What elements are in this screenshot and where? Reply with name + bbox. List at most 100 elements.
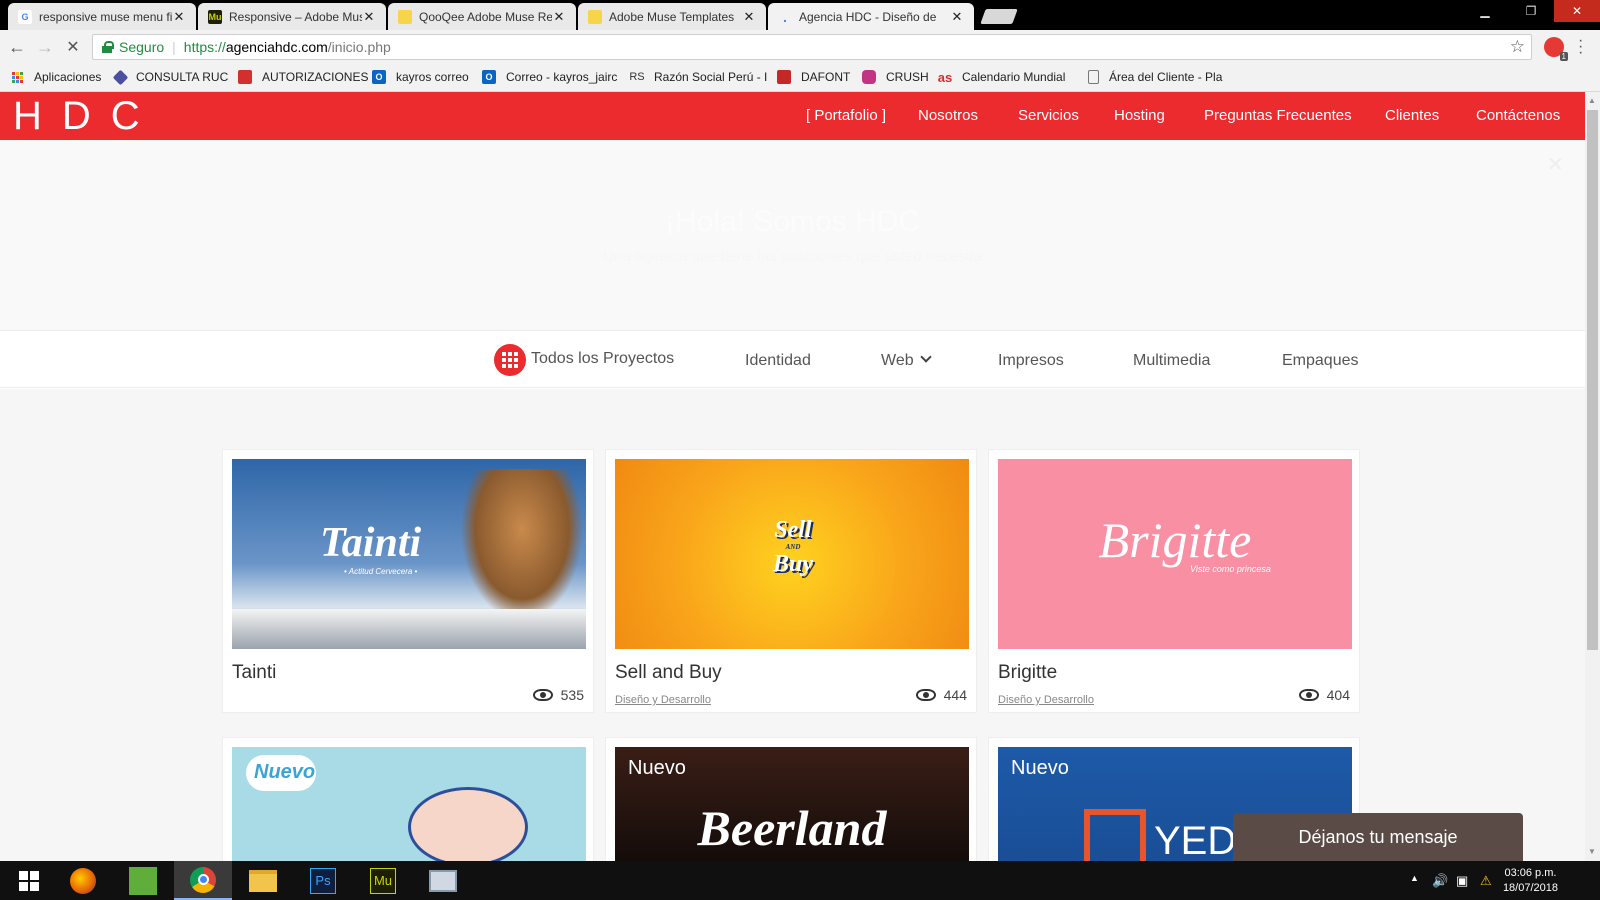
project-card-beerland[interactable]: Nuevo Beerland bbox=[605, 737, 977, 862]
bookmark-autorizaciones[interactable]: AUTORIZACIONES bbox=[238, 70, 368, 84]
project-views: 444 bbox=[915, 687, 967, 703]
filter-web[interactable]: Web bbox=[881, 351, 932, 370]
project-card-4[interactable]: Nuevo bbox=[222, 737, 594, 862]
browser-tab-4[interactable]: Adobe Muse Templates ✕ bbox=[578, 3, 766, 30]
filter-impresos[interactable]: Impresos bbox=[998, 352, 1064, 370]
dafont-icon bbox=[777, 70, 791, 84]
bookmarks-bar: Aplicaciones CONSULTA RUC AUTORIZACIONES… bbox=[0, 64, 1600, 92]
divider: | bbox=[172, 39, 176, 55]
nav-preguntas-frecuentes[interactable]: Preguntas Frecuentes bbox=[1204, 107, 1352, 124]
scroll-up-icon[interactable]: ▲ bbox=[1588, 96, 1596, 105]
project-title[interactable]: Tainti bbox=[232, 662, 276, 684]
window-close-icon[interactable]: ✕ bbox=[1554, 0, 1600, 22]
nav-nosotros[interactable]: Nosotros bbox=[918, 107, 978, 124]
bookmark-label: kayros correo bbox=[396, 70, 469, 84]
firefox-icon[interactable] bbox=[54, 861, 112, 900]
nav-clientes[interactable]: Clientes bbox=[1385, 107, 1439, 124]
browser-tab-5[interactable]: . Agencia HDC - Diseño de ✕ bbox=[768, 3, 974, 30]
nav-servicios[interactable]: Servicios bbox=[1018, 107, 1079, 124]
tab-close-icon[interactable]: ✕ bbox=[362, 9, 376, 25]
rs-icon: RS bbox=[629, 71, 645, 83]
project-card-brigitte[interactable]: Brigitte Viste como princesa Brigitte Di… bbox=[988, 449, 1360, 713]
bookmark-label: DAFONT bbox=[801, 70, 851, 84]
filter-todos[interactable]: Todos los Proyectos bbox=[531, 350, 674, 368]
bookmark-area-cliente[interactable]: Área del Cliente - Pla bbox=[1088, 70, 1222, 84]
tab-title: Agencia HDC - Diseño de bbox=[799, 9, 937, 24]
bookmark-aplicaciones[interactable]: Aplicaciones bbox=[10, 70, 101, 84]
browser-tab-2[interactable]: Mu Responsive – Adobe Mus ✕ bbox=[198, 3, 386, 30]
remote-desktop-icon[interactable] bbox=[414, 861, 472, 900]
back-icon[interactable]: ← bbox=[5, 35, 29, 59]
filter-multimedia[interactable]: Multimedia bbox=[1133, 352, 1210, 370]
volume-icon[interactable]: 🔊 bbox=[1432, 873, 1448, 889]
bookmark-kayros-correo[interactable]: O kayros correo bbox=[372, 70, 469, 84]
page-scrollbar[interactable]: ▲ ▼ bbox=[1585, 92, 1600, 861]
project-card-sell-and-buy[interactable]: Sell AND Buy Sell and Buy Diseño y Desar… bbox=[605, 449, 977, 713]
browser-tab-1[interactable]: G responsive muse menu fi ✕ bbox=[8, 3, 196, 30]
browser-menu-icon[interactable]: · · · bbox=[1578, 33, 1583, 61]
site-logo[interactable]: HDC bbox=[13, 94, 160, 139]
project-category-link[interactable]: Diseño y Desarrollo bbox=[615, 694, 711, 706]
chat-widget-button[interactable]: Déjanos tu mensaje bbox=[1233, 813, 1523, 861]
thumb-logo-text: YED bbox=[1154, 819, 1237, 862]
muse-icon[interactable]: Mu bbox=[354, 861, 412, 900]
scrollbar-thumb[interactable] bbox=[1587, 110, 1598, 650]
scroll-down-icon[interactable]: ▼ bbox=[1588, 847, 1596, 856]
bookmark-dafont[interactable]: DAFONT bbox=[777, 70, 850, 84]
file-explorer-icon[interactable] bbox=[234, 861, 292, 900]
browser-tab-3[interactable]: QooQee Adobe Muse Re ✕ bbox=[388, 3, 576, 30]
nav-portafolio[interactable]: [ Portafolio ] bbox=[806, 107, 886, 124]
project-thumbnail[interactable]: Nuevo Beerland bbox=[615, 747, 969, 862]
network-icon[interactable]: ▣ bbox=[1456, 873, 1468, 889]
tray-chevron-icon[interactable]: ▲ bbox=[1410, 873, 1419, 883]
nav-hosting[interactable]: Hosting bbox=[1114, 107, 1165, 124]
project-thumbnail[interactable]: Brigitte Viste como princesa bbox=[998, 459, 1352, 649]
project-title[interactable]: Brigitte bbox=[998, 662, 1057, 684]
nuevo-badge: Nuevo bbox=[254, 761, 316, 783]
warning-icon[interactable]: ⚠ bbox=[1480, 873, 1492, 889]
start-icon[interactable] bbox=[0, 861, 58, 900]
minimize-icon[interactable]: ▁ bbox=[1462, 0, 1508, 22]
close-icon[interactable]: ✕ bbox=[1547, 152, 1564, 177]
project-views: 404 bbox=[1298, 687, 1350, 703]
address-bar[interactable]: Seguro | https:// agenciahdc.com /inicio… bbox=[92, 34, 1532, 60]
stop-loading-icon[interactable]: ✕ bbox=[61, 35, 85, 59]
nav-contactenos[interactable]: Contáctenos bbox=[1476, 107, 1560, 124]
filter-identidad[interactable]: Identidad bbox=[745, 352, 811, 370]
bookmark-calendario[interactable]: as Calendario Mundial bbox=[938, 70, 1066, 85]
restore-icon[interactable]: ❐ bbox=[1508, 0, 1554, 22]
project-title[interactable]: Sell and Buy bbox=[615, 662, 722, 684]
bookmark-label: CRUSH bbox=[886, 70, 929, 84]
bookmark-correo-kayros[interactable]: O Correo - kayros_jairc bbox=[482, 70, 617, 84]
forward-icon[interactable]: → bbox=[33, 35, 57, 59]
views-count: 404 bbox=[1326, 687, 1350, 703]
nuevo-badge: Nuevo bbox=[1011, 757, 1069, 779]
project-card-tainti[interactable]: Tainti • Actitud Cervecera • Tainti 535 bbox=[222, 449, 594, 713]
project-thumbnail[interactable]: Tainti • Actitud Cervecera • bbox=[232, 459, 586, 649]
project-thumbnail[interactable]: Nuevo bbox=[232, 747, 586, 862]
tab-close-icon[interactable]: ✕ bbox=[950, 9, 964, 25]
bookmark-consulta-ruc[interactable]: CONSULTA RUC bbox=[112, 69, 228, 85]
chrome-icon[interactable] bbox=[174, 861, 232, 900]
tab-title: Adobe Muse Templates bbox=[609, 9, 735, 24]
filter-empaques[interactable]: Empaques bbox=[1282, 352, 1359, 370]
bookmark-star-icon[interactable]: ☆ bbox=[1510, 37, 1525, 57]
instagram-icon bbox=[862, 70, 876, 84]
new-tab-button[interactable] bbox=[980, 9, 1018, 24]
system-clock[interactable]: 03:06 p.m. 18/07/2018 bbox=[1503, 866, 1558, 896]
tab-title: Responsive – Adobe Mus bbox=[229, 9, 362, 24]
corel-icon[interactable] bbox=[114, 861, 172, 900]
project-category-link[interactable]: Diseño y Desarrollo bbox=[998, 694, 1094, 706]
bookmark-crush[interactable]: CRUSH bbox=[862, 70, 929, 84]
tab-close-icon[interactable]: ✕ bbox=[742, 9, 756, 25]
thumb-logo-text: Brigitte bbox=[1098, 512, 1252, 568]
projects-grid: Tainti • Actitud Cervecera • Tainti 535 … bbox=[0, 389, 1585, 862]
grid-icon[interactable] bbox=[494, 344, 526, 376]
views-count: 535 bbox=[560, 687, 584, 703]
tab-close-icon[interactable]: ✕ bbox=[552, 9, 566, 25]
extension-icon[interactable]: 1 bbox=[1544, 37, 1568, 61]
tab-close-icon[interactable]: ✕ bbox=[172, 9, 186, 25]
bookmark-razon-social[interactable]: RS Razón Social Perú - I bbox=[629, 70, 767, 84]
photoshop-icon[interactable]: Ps bbox=[294, 861, 352, 900]
project-thumbnail[interactable]: Sell AND Buy bbox=[615, 459, 969, 649]
